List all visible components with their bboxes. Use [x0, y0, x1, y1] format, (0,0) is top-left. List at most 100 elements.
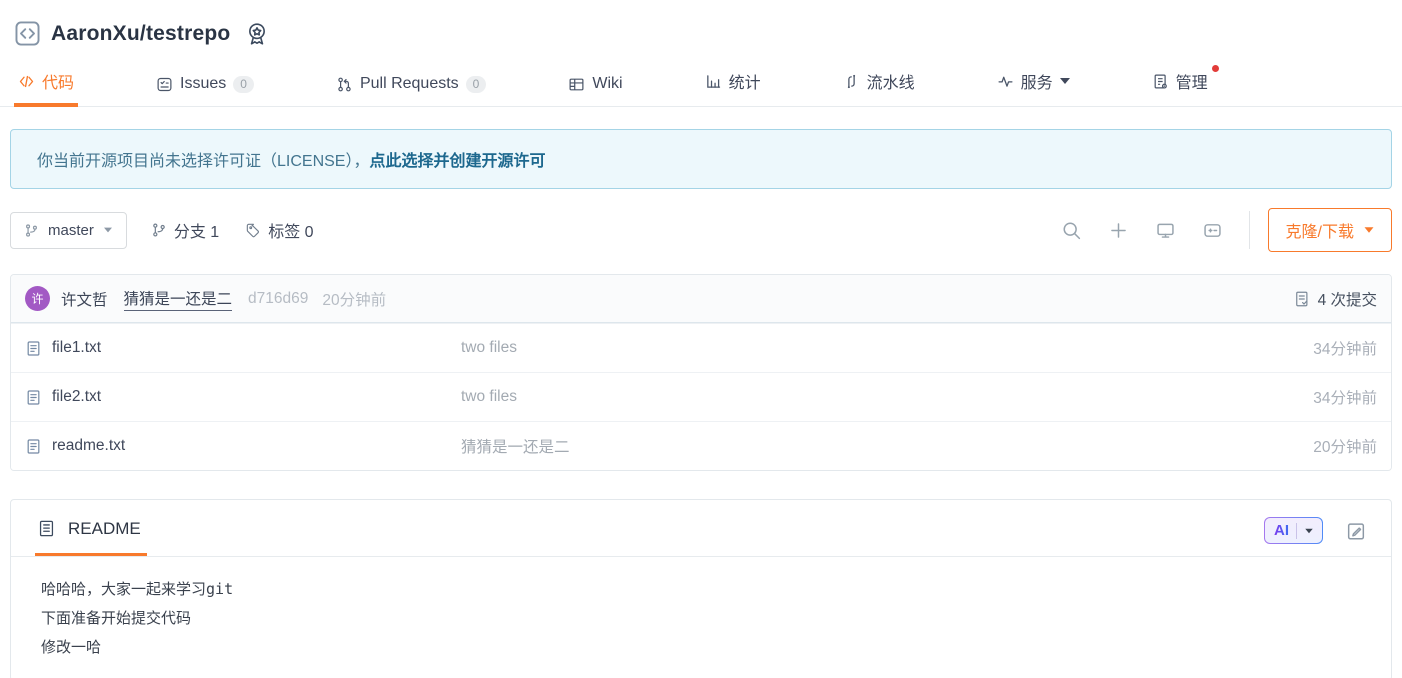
file-row[interactable]: file1.txt two files 34分钟前	[11, 323, 1391, 372]
file-icon	[25, 438, 42, 455]
repo-header: AaronXu/testrepo	[0, 0, 1402, 47]
readme-line: 下面准备开始提交代码	[41, 604, 1361, 633]
manage-notification-dot	[1212, 65, 1219, 72]
file-name-cell[interactable]: file1.txt	[25, 339, 461, 357]
file-commit-message[interactable]: two files	[461, 339, 1313, 357]
stats-chart-icon	[705, 73, 722, 90]
readme-content: 哈哈哈，大家一起来学习git 下面准备开始提交代码 修改一哈	[11, 557, 1391, 678]
tab-code[interactable]: 代码	[14, 63, 78, 107]
file-commit-time: 20分钟前	[1313, 435, 1377, 457]
pull-request-icon	[336, 76, 353, 93]
ai-button-divider	[1296, 523, 1297, 539]
clone-download-label: 克隆/下载	[1286, 218, 1354, 242]
commits-count-label: 4 次提交	[1318, 288, 1377, 310]
repo-code-icon	[14, 20, 41, 47]
branches-count-label: 分支 1	[174, 218, 219, 242]
branch-toolbar: master 分支 1 标签 0	[10, 210, 1392, 250]
branch-icon	[24, 223, 39, 238]
commit-hash[interactable]: d716d69	[248, 290, 308, 308]
file-name: file1.txt	[52, 339, 101, 357]
tab-code-label: 代码	[42, 69, 74, 93]
tab-pull-requests-label: Pull Requests	[360, 75, 459, 93]
tab-pipeline-label: 流水线	[867, 69, 915, 93]
file-row[interactable]: file2.txt two files 34分钟前	[11, 372, 1391, 421]
tab-stats-label: 统计	[729, 69, 761, 93]
license-banner-text: 你当前开源项目尚未选择许可证（LICENSE），	[37, 153, 369, 170]
readme-panel: README AI 哈哈哈，大家一起来学习git 下面准备开始提交代码 修改一哈	[10, 499, 1392, 678]
pull-requests-count-badge: 0	[466, 76, 487, 93]
commit-author[interactable]: 许文哲	[61, 288, 108, 310]
search-icon[interactable]	[1061, 220, 1082, 241]
toolbar-divider	[1249, 211, 1250, 249]
branch-tag-counts: 分支 1 标签 0	[151, 218, 314, 242]
wiki-icon	[568, 76, 585, 93]
tab-issues-label: Issues	[180, 75, 226, 93]
clone-caret-down-icon	[1365, 227, 1374, 232]
tab-pull-requests[interactable]: Pull Requests 0	[332, 69, 490, 106]
tab-service-label: 服务	[1021, 69, 1053, 93]
file-name: file2.txt	[52, 388, 101, 406]
tag-icon	[245, 222, 261, 238]
service-caret-down-icon	[1060, 78, 1070, 84]
branch-caret-down-icon	[104, 228, 112, 233]
readme-header: README AI	[11, 500, 1391, 557]
readme-tab[interactable]: README	[35, 519, 147, 556]
license-banner: 你当前开源项目尚未选择许可证（LICENSE），点此选择并创建开源许可	[10, 129, 1392, 189]
tab-wiki-label: Wiki	[592, 75, 622, 93]
file-commit-message[interactable]: 猜猜是一还是二	[461, 435, 1313, 457]
file-name: readme.txt	[52, 437, 125, 455]
file-commit-time: 34分钟前	[1313, 386, 1377, 408]
tab-service[interactable]: 服务	[993, 63, 1074, 106]
commits-count-link[interactable]: 4 次提交	[1293, 288, 1377, 310]
tab-issues[interactable]: Issues 0	[152, 69, 258, 106]
edit-readme-icon[interactable]	[1345, 520, 1367, 542]
certificate-badge-icon[interactable]	[244, 21, 270, 47]
branch-toolbar-actions: 克隆/下载	[1035, 208, 1392, 252]
clone-download-button[interactable]: 克隆/下载	[1268, 208, 1392, 252]
issues-icon	[156, 76, 173, 93]
ai-caret-down-icon	[1305, 528, 1313, 533]
service-pulse-icon	[997, 73, 1014, 90]
repo-title[interactable]: AaronXu/testrepo	[51, 22, 230, 46]
tab-pipeline[interactable]: 流水线	[839, 63, 919, 106]
file-icon	[25, 389, 42, 406]
branch-select-button[interactable]: master	[10, 212, 127, 249]
file-row[interactable]: readme.txt 猜猜是一还是二 20分钟前	[11, 421, 1391, 470]
code-icon	[18, 73, 35, 90]
pipeline-icon	[843, 73, 860, 90]
file-icon	[25, 340, 42, 357]
file-name-cell[interactable]: file2.txt	[25, 388, 461, 406]
issues-count-badge: 0	[233, 76, 254, 93]
tab-wiki[interactable]: Wiki	[564, 69, 626, 106]
file-commit-time: 34分钟前	[1313, 337, 1377, 359]
web-ide-monitor-icon[interactable]	[1155, 220, 1176, 241]
readme-doc-icon	[37, 519, 56, 538]
tab-stats[interactable]: 统计	[701, 63, 765, 106]
latest-commit-row: 许 许文哲 猜猜是一还是二 d716d69 20分钟前 4 次提交	[11, 275, 1391, 323]
feedback-comment-icon[interactable]	[1202, 220, 1223, 241]
commits-icon	[1293, 290, 1311, 308]
file-name-cell[interactable]: readme.txt	[25, 437, 461, 455]
file-browser: 许 许文哲 猜猜是一还是二 d716d69 20分钟前 4 次提交	[10, 274, 1392, 471]
tags-count-link[interactable]: 标签 0	[245, 218, 313, 242]
tags-count-label: 标签 0	[268, 218, 313, 242]
readme-title: README	[68, 519, 141, 539]
readme-line: 修改一哈	[41, 633, 1361, 662]
repo-tabbar: 代码 Issues 0 Pull Requests 0	[0, 63, 1402, 107]
ai-label: AI	[1274, 522, 1289, 539]
file-commit-message[interactable]: two files	[461, 388, 1313, 406]
manage-icon	[1152, 73, 1169, 90]
commit-message-link[interactable]: 猜猜是一还是二	[124, 287, 233, 311]
ai-assistant-button[interactable]: AI	[1264, 517, 1323, 544]
tab-manage[interactable]: 管理	[1148, 63, 1212, 106]
committer-avatar[interactable]: 许	[25, 286, 50, 311]
readme-actions: AI	[1264, 517, 1367, 556]
current-branch-label: master	[48, 222, 94, 239]
tab-manage-label: 管理	[1176, 69, 1208, 93]
readme-line: 哈哈哈，大家一起来学习git	[41, 575, 1361, 604]
plus-icon[interactable]	[1108, 220, 1129, 241]
commit-time: 20分钟前	[322, 288, 386, 310]
license-create-link[interactable]: 点此选择并创建开源许可	[369, 153, 545, 170]
branches-count-link[interactable]: 分支 1	[151, 218, 219, 242]
branches-icon	[151, 222, 167, 238]
